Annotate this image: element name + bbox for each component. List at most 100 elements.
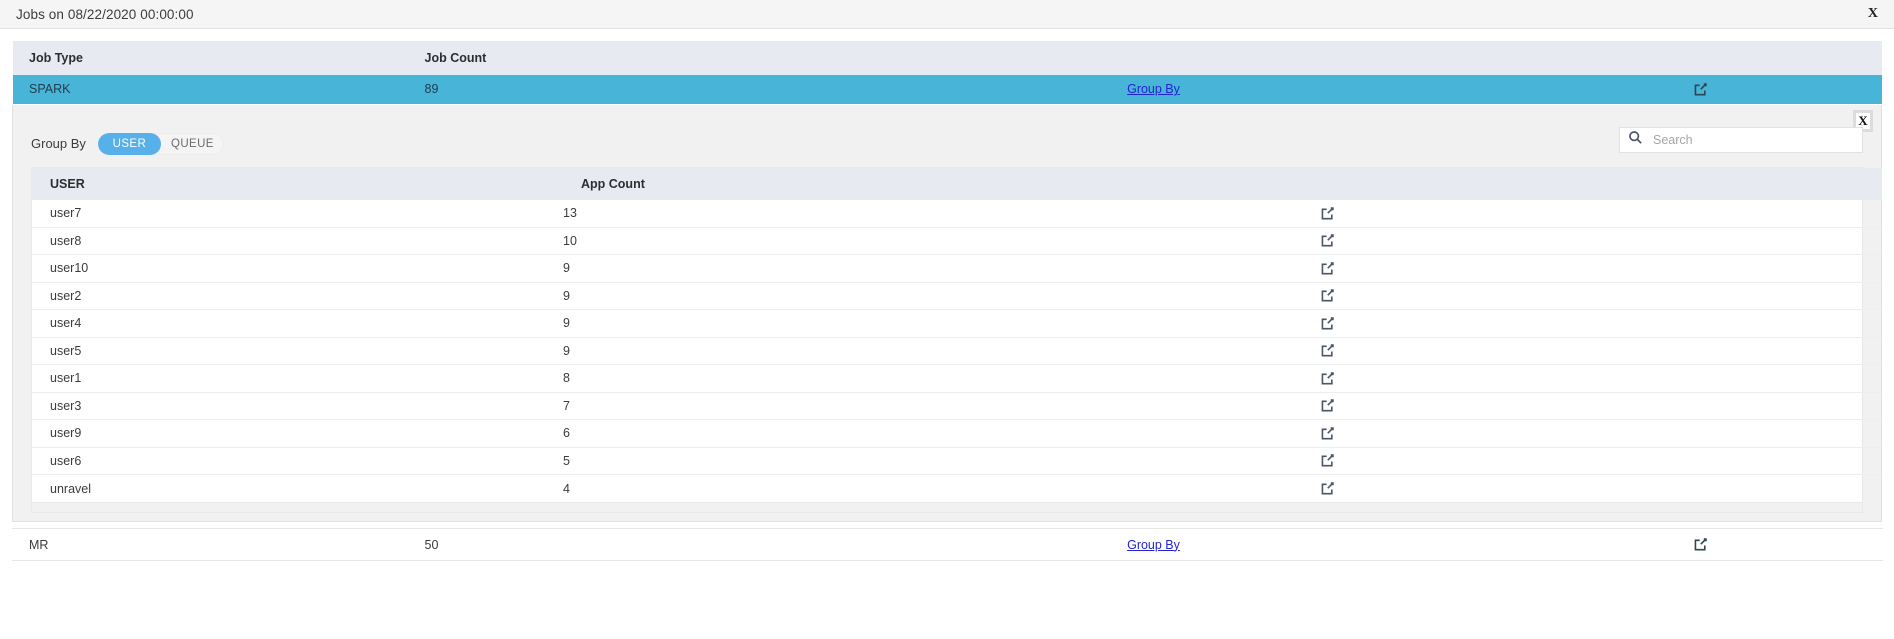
external-link-icon[interactable]: [1320, 206, 1335, 221]
page-title: Jobs on 08/22/2020 00:00:00: [16, 6, 194, 22]
table-row[interactable]: user3 7: [32, 391, 1882, 420]
cell-app-count: 9: [563, 309, 1084, 337]
table-header-row: USER App Count: [32, 167, 1882, 200]
external-link-icon[interactable]: [1693, 537, 1708, 552]
table-row[interactable]: user9 6: [32, 419, 1882, 447]
external-link-icon[interactable]: [1320, 316, 1335, 331]
external-link-icon[interactable]: [1320, 481, 1335, 496]
table-row[interactable]: user1 8: [32, 364, 1882, 392]
cell-open: [1084, 474, 1882, 502]
modal-titlebar: Jobs on 08/22/2020 00:00:00 X: [0, 0, 1894, 29]
column-header-job-type[interactable]: Job Type: [12, 40, 409, 75]
cell-app-count: 6: [563, 419, 1084, 447]
jobs-modal: Jobs on 08/22/2020 00:00:00 X Job Type J…: [0, 0, 1894, 639]
cell-open: [1084, 254, 1882, 282]
job-type-table-body: SPARK 89 Group By: [12, 75, 1883, 104]
cell-user: user6: [32, 446, 563, 475]
table-row[interactable]: user4 9: [32, 309, 1882, 337]
job-type-table-body-mr: MR 50 Group By: [12, 528, 1883, 561]
toggle-option-queue[interactable]: QUEUE: [161, 133, 224, 155]
user-app-table: USER App Count user7 13 user8 10 user10 9 user…: [32, 167, 1882, 502]
cell-app-count: 8: [563, 364, 1084, 392]
cell-open: [1518, 528, 1883, 561]
cell-group-by: Group By: [788, 528, 1519, 561]
group-by-link[interactable]: Group By: [1127, 82, 1180, 96]
panel-controls: Group By USER QUEUE: [23, 111, 1871, 167]
column-header-job-count[interactable]: Job Count: [408, 40, 789, 75]
cell-user: user8: [32, 226, 563, 255]
cell-open: [1084, 364, 1882, 392]
job-type-table-container: Job Type Job Count SPARK 89 Group By: [0, 29, 1894, 105]
search-icon: [1628, 130, 1643, 150]
group-by-panel: X Group By USER QUEUE Search USER App Co…: [12, 104, 1882, 522]
table-row[interactable]: user5 9: [32, 336, 1882, 365]
user-app-table-container: USER App Count user7 13 user8 10 user10 9 user…: [31, 166, 1882, 513]
cell-group-by: Group By: [788, 75, 1519, 104]
cell-user: user7: [50, 206, 82, 220]
table-row[interactable]: unravel 4: [32, 474, 1882, 502]
cell-job-count: 50: [408, 528, 789, 561]
cell-open: [1084, 391, 1882, 420]
toggle-option-user[interactable]: USER: [97, 132, 161, 155]
cell-app-count: 13: [563, 206, 577, 220]
cell-app-count: 9: [563, 254, 1084, 282]
cell-open: [1518, 75, 1883, 104]
cell-open: [1084, 446, 1882, 475]
external-link-icon[interactable]: [1693, 82, 1708, 97]
table-row[interactable]: user8 10: [32, 226, 1882, 255]
table-row[interactable]: user2 9: [32, 281, 1882, 310]
cell-job-count: 89: [408, 75, 789, 104]
external-link-icon[interactable]: [1320, 261, 1335, 276]
table-row[interactable]: SPARK 89 Group By: [12, 75, 1883, 104]
cell-job-type: MR: [12, 528, 409, 561]
cell-app-count: 5: [563, 446, 1084, 475]
external-link-icon[interactable]: [1320, 426, 1335, 441]
table-row[interactable]: user7 13: [32, 200, 1882, 228]
cell-user: user9: [32, 419, 563, 447]
job-type-table: Job Type Job Count SPARK 89 Group By: [12, 40, 1883, 105]
cell-user: user3: [32, 391, 563, 420]
cell-open: [1084, 309, 1882, 337]
group-by-toggle[interactable]: USER QUEUE: [97, 132, 224, 155]
cell-app-count: 9: [563, 281, 1084, 310]
table-row[interactable]: user6 5: [32, 446, 1882, 475]
user-app-table-body: user7 13 user8 10 user10 9 user2 9 user4 9 user5 9 u…: [32, 200, 1882, 502]
column-header-user[interactable]: USER: [32, 167, 563, 200]
search-box[interactable]: [1619, 126, 1863, 153]
column-header-app-count[interactable]: App Count: [563, 167, 1084, 200]
cell-app-count: 10: [563, 226, 1084, 255]
cell-app-count: 4: [563, 474, 1084, 502]
external-link-icon[interactable]: [1320, 343, 1335, 358]
cell-job-type: SPARK: [12, 75, 409, 104]
user-app-table-header: USER App Count: [32, 167, 1882, 200]
external-link-icon[interactable]: [1320, 371, 1335, 386]
job-type-table-mr: MR 50 Group By: [12, 528, 1883, 561]
cell-open: [1084, 200, 1882, 228]
cell-open: [1084, 336, 1882, 365]
column-header-open: [1084, 167, 1882, 200]
cell-open: [1084, 226, 1882, 255]
group-by-label: Group By: [31, 136, 86, 151]
external-link-icon[interactable]: [1320, 453, 1335, 468]
column-header-group-by: [788, 40, 1519, 75]
external-link-icon[interactable]: [1320, 288, 1335, 303]
cell-user: user2: [32, 281, 563, 310]
horizontal-scrollbar[interactable]: [32, 502, 1862, 512]
cell-open: [1084, 419, 1882, 447]
search-input[interactable]: [1651, 131, 1854, 148]
cell-user: user10: [32, 254, 563, 282]
external-link-icon[interactable]: [1320, 398, 1335, 413]
job-type-table-continued: MR 50 Group By: [0, 522, 1894, 561]
table-row[interactable]: MR 50 Group By: [12, 528, 1883, 561]
external-link-icon[interactable]: [1320, 233, 1335, 248]
cell-app-count: 7: [563, 391, 1084, 420]
table-row[interactable]: user10 9: [32, 254, 1882, 282]
job-type-table-header: Job Type Job Count: [12, 40, 1883, 75]
cell-user: user5: [32, 336, 563, 365]
cell-app-count: 9: [563, 336, 1084, 365]
group-by-link[interactable]: Group By: [1127, 538, 1180, 552]
close-icon[interactable]: X: [1864, 5, 1882, 23]
cell-user: unravel: [32, 474, 563, 502]
cell-user: user1: [32, 364, 563, 392]
table-header-row: Job Type Job Count: [12, 40, 1883, 75]
